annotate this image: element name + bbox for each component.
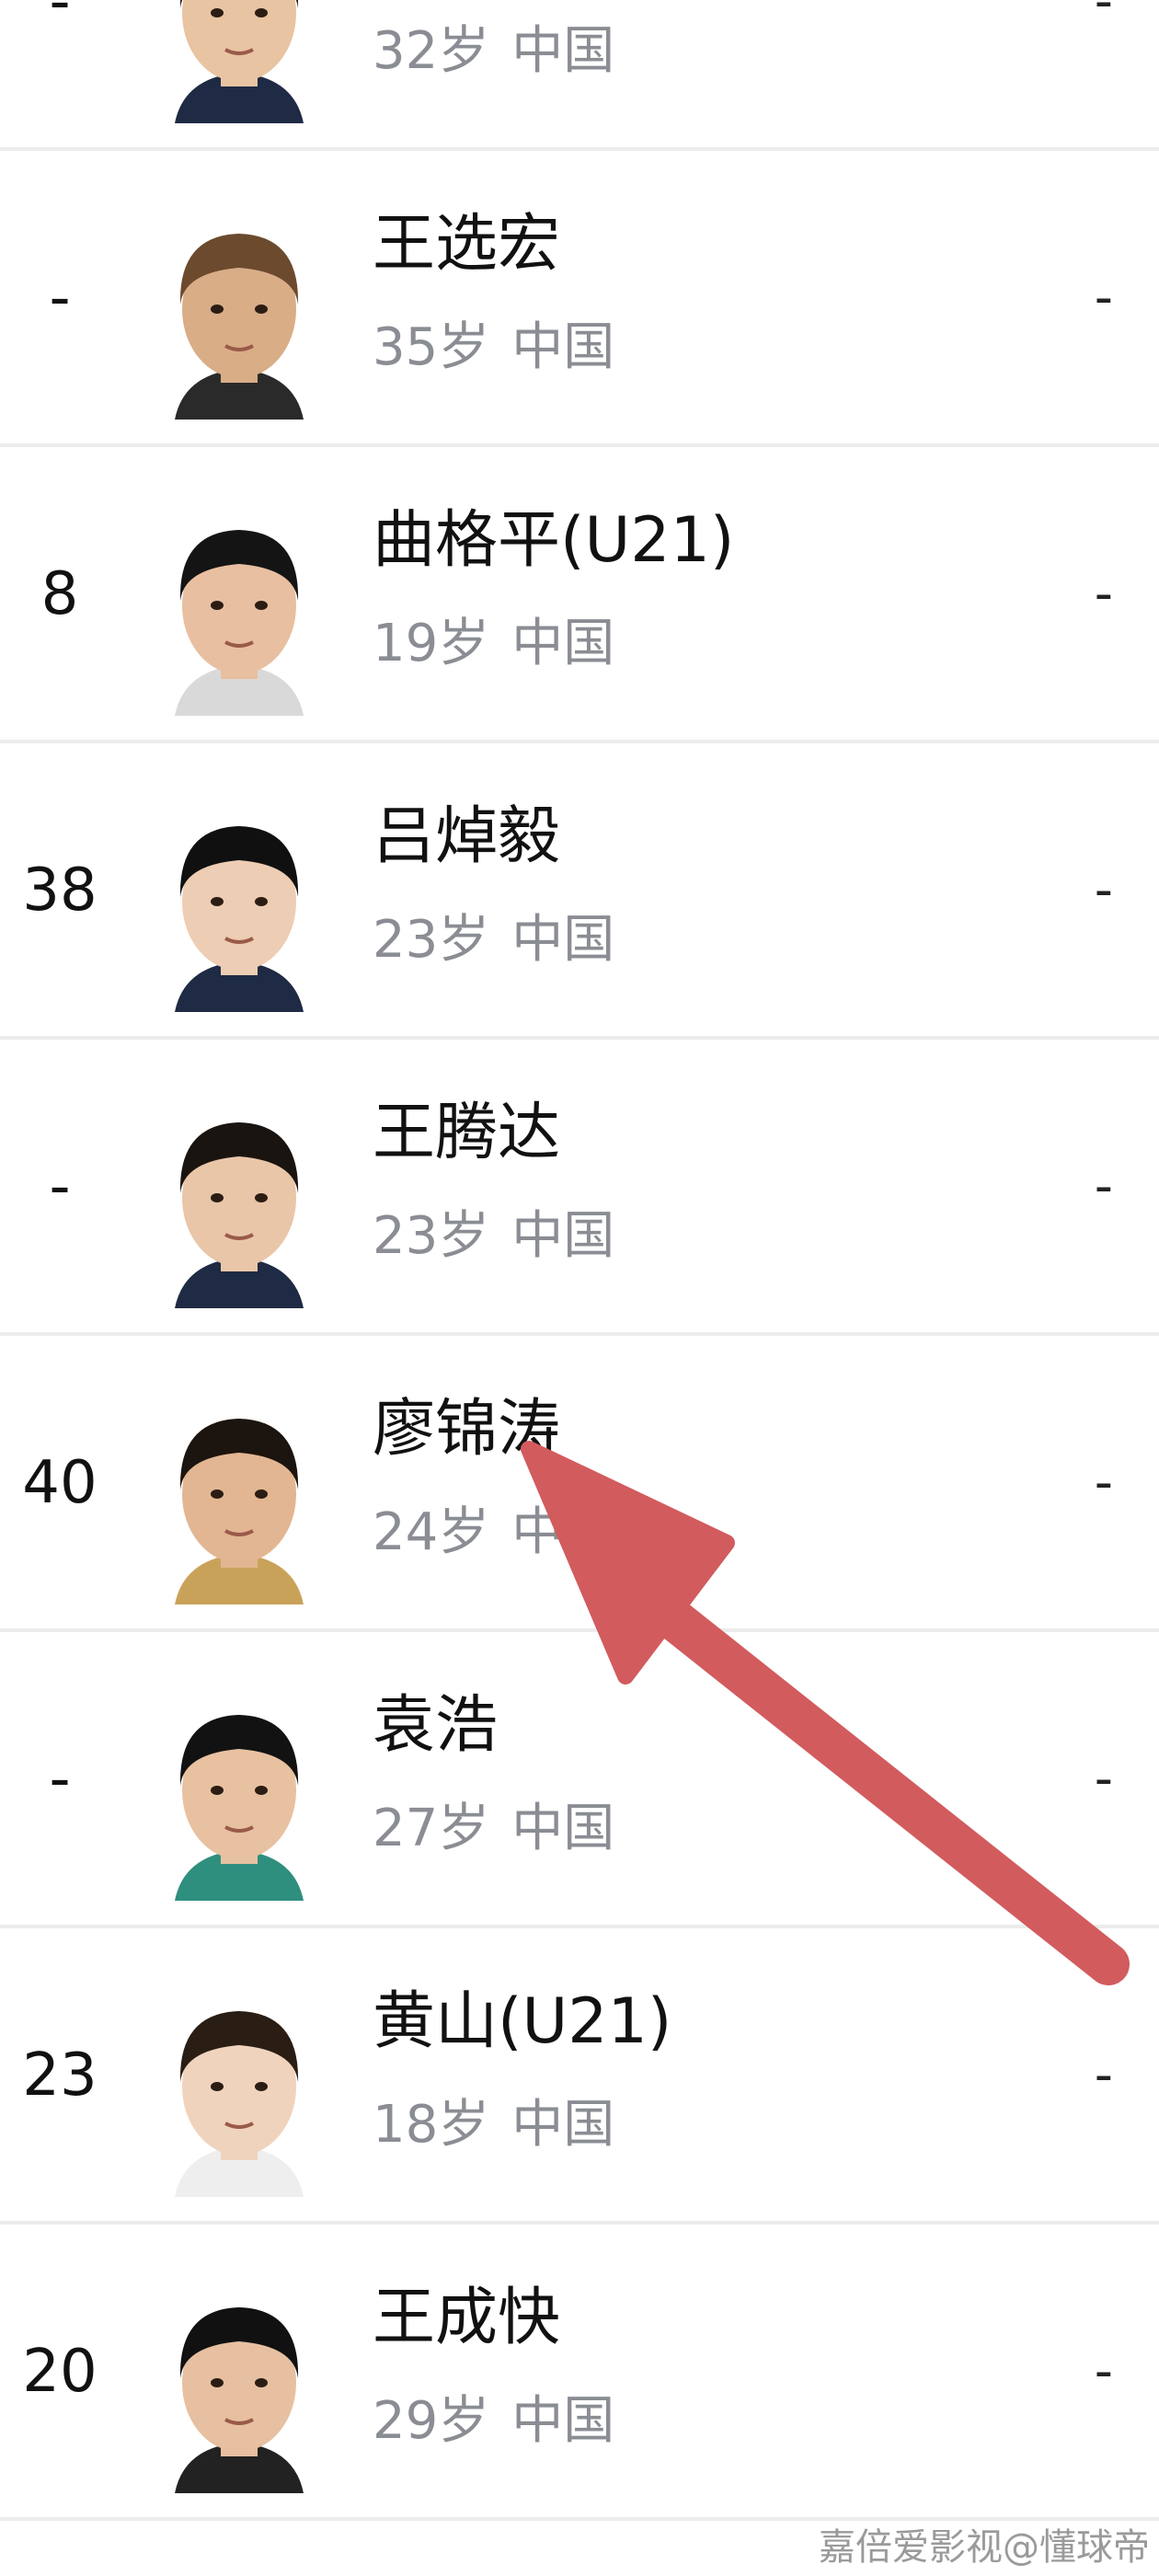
player-country: 中国: [511, 1502, 615, 1562]
watermark-text: 嘉倍爱影视@懂球帝: [819, 2526, 1150, 2569]
player-age: 29岁: [373, 2391, 490, 2451]
player-number: -: [49, 1153, 71, 1221]
player-meta: 35岁 中国: [373, 318, 614, 377]
player-meta: 18岁 中国: [373, 2096, 614, 2155]
player-row[interactable]: - 王腾达 23岁 中国 -: [0, 1041, 1159, 1336]
player-country: 中国: [511, 21, 615, 81]
player-row[interactable]: - 32岁 中国 -: [0, 0, 1159, 151]
player-number: -: [49, 264, 71, 332]
player-name: 黄山(U21): [373, 1985, 672, 2058]
player-country: 中国: [511, 614, 615, 673]
player-age: 35岁: [373, 317, 490, 377]
player-avatar: [156, 513, 322, 716]
player-meta: 24岁 中国: [373, 1503, 614, 1562]
row-divider: [0, 443, 1159, 447]
player-name: 廖锦涛: [373, 1393, 561, 1466]
row-divider: [0, 2221, 1159, 2225]
player-age: 23岁: [373, 1206, 490, 1266]
player-row[interactable]: 8 曲格平(U21) 19岁 中国 -: [0, 449, 1159, 743]
player-number: -: [49, 0, 71, 36]
player-stat: -: [1094, 1156, 1113, 1216]
player-age: 18岁: [373, 2095, 490, 2155]
player-meta: 23岁 中国: [373, 1207, 614, 1266]
player-stat: -: [1094, 2341, 1113, 2401]
row-divider: [0, 147, 1159, 151]
player-avatar: [156, 1698, 322, 1901]
player-avatar: [156, 217, 322, 420]
player-country: 中国: [511, 910, 615, 970]
row-divider: [0, 1036, 1159, 1040]
player-stat: -: [1094, 1749, 1113, 1809]
player-number: 23: [22, 2041, 98, 2110]
row-divider: [0, 2517, 1159, 2521]
player-avatar: [156, 810, 322, 1012]
player-meta: 32岁 中国: [373, 22, 614, 81]
player-name: 王腾达: [373, 1097, 561, 1169]
player-row[interactable]: 23 黄山(U21) 18岁 中国 -: [0, 1930, 1159, 2225]
player-avatar: [156, 2291, 322, 2493]
player-country: 中国: [511, 2391, 615, 2451]
player-avatar: [156, 1402, 322, 1604]
player-avatar: [156, 1995, 322, 2197]
player-meta: 29岁 中国: [373, 2392, 614, 2451]
player-row[interactable]: 40 廖锦涛 24岁 中国 -: [0, 1338, 1159, 1632]
row-divider: [0, 1925, 1159, 1928]
player-number: 38: [22, 857, 98, 925]
player-stat: -: [1094, 860, 1113, 920]
player-number: 20: [22, 2338, 98, 2406]
player-row[interactable]: - 王选宏 35岁 中国 -: [0, 153, 1159, 447]
player-age: 19岁: [373, 614, 490, 673]
player-meta: 23岁 中国: [373, 911, 614, 970]
player-row[interactable]: 38 吕焯毅 23岁 中国 -: [0, 745, 1159, 1040]
row-divider: [0, 740, 1159, 743]
player-name: 曲格平(U21): [373, 504, 735, 577]
player-row[interactable]: 20 王成快 29岁 中国 -: [0, 2226, 1159, 2521]
player-stat: -: [1094, 564, 1113, 624]
player-age: 32岁: [373, 21, 490, 81]
player-country: 中国: [511, 2095, 615, 2155]
player-country: 中国: [511, 317, 615, 377]
player-name: 吕焯毅: [373, 800, 561, 873]
player-country: 中国: [511, 1206, 615, 1266]
player-name: 王成快: [373, 2282, 561, 2354]
player-stat: -: [1094, 0, 1113, 31]
player-number: -: [49, 1745, 71, 1813]
player-meta: 19岁 中国: [373, 615, 614, 673]
player-number: 8: [40, 560, 79, 628]
player-row[interactable]: - 袁浩 27岁 中国 -: [0, 1634, 1159, 1928]
player-stat: -: [1094, 268, 1113, 328]
player-age: 23岁: [373, 910, 490, 970]
player-age: 24岁: [373, 1502, 490, 1562]
player-country: 中国: [511, 1799, 615, 1858]
row-divider: [0, 1628, 1159, 1632]
player-meta: 27岁 中国: [373, 1800, 614, 1858]
player-name: 王选宏: [373, 208, 561, 281]
player-name: 袁浩: [373, 1689, 499, 1762]
player-stat: -: [1094, 1453, 1113, 1512]
player-age: 27岁: [373, 1799, 490, 1858]
player-stat: -: [1094, 2045, 1113, 2105]
player-number: 40: [22, 1449, 98, 1517]
player-avatar: [156, 0, 322, 123]
row-divider: [0, 1332, 1159, 1336]
player-avatar: [156, 1106, 322, 1308]
